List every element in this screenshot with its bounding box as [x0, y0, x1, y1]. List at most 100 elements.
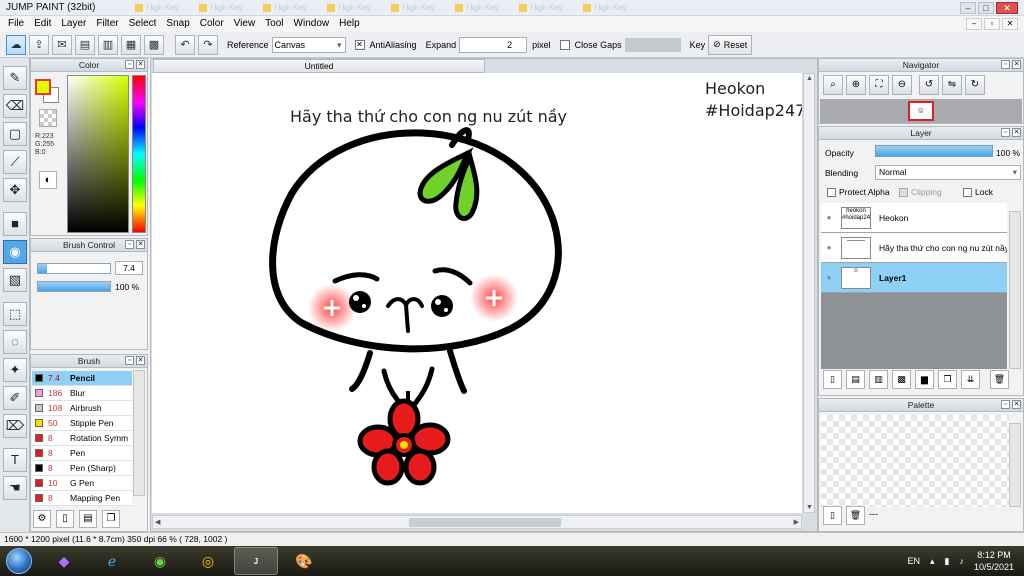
panel-close-icon[interactable]: ✕ [1012, 400, 1021, 409]
layer-item[interactable]: ● ——— Hãy tha thứ cho con ng nu zút nầy [821, 233, 1007, 263]
rectangle-select-tool-icon[interactable]: ▢ [3, 122, 27, 146]
brush-list-scrollbar[interactable] [133, 370, 145, 496]
doc-close-button[interactable]: ✕ [1002, 18, 1018, 30]
brush-item[interactable]: 8 Mapping Pen [32, 491, 132, 506]
color-palette-icon[interactable]: ◐ [39, 171, 57, 189]
chrome-icon[interactable]: ◎ [186, 547, 230, 575]
background-window-tab[interactable]: High Key... [135, 2, 195, 14]
menu-view[interactable]: View [229, 16, 261, 32]
brush-item[interactable]: 8 Pen (Sharp) [32, 461, 132, 476]
move-tool-icon[interactable]: ✥ [3, 178, 27, 202]
brush-item[interactable]: 10 G Pen [32, 476, 132, 491]
menu-filter[interactable]: Filter [91, 16, 123, 32]
background-window-tab[interactable]: High Key... [327, 2, 387, 14]
merge-layer-icon[interactable]: ⇊ [961, 370, 980, 389]
new-palette-icon[interactable]: ▯ [823, 506, 842, 525]
brush-opacity-slider[interactable] [37, 281, 111, 292]
lock-checkbox[interactable] [963, 188, 972, 198]
zoom-out-icon[interactable]: ⊖ [892, 75, 912, 95]
brush-copy-icon[interactable]: ❐ [102, 510, 120, 528]
magic-wand-tool-icon[interactable]: ✦ [3, 358, 27, 382]
eraser-tool-icon[interactable]: ⌫ [3, 94, 27, 118]
speech-bubble-icon[interactable]: ✉ [52, 34, 72, 55]
panel-restore-icon[interactable]: ▫ [125, 356, 134, 365]
clipboard-icon[interactable]: ▦ [121, 34, 141, 55]
navigator-preview[interactable]: ☺ [820, 99, 1022, 123]
brush-item[interactable]: 186 Blur [32, 386, 132, 401]
scroll-right-icon[interactable]: ▶ [794, 518, 799, 526]
network-icon[interactable]: ▮ [945, 556, 950, 567]
delete-layer-icon[interactable]: 🗑 [990, 370, 1009, 389]
rotate-left-icon[interactable]: ↺ [919, 75, 939, 95]
new-halftone-layer-icon[interactable]: ▩ [892, 370, 911, 389]
scroll-left-icon[interactable]: ◀ [155, 518, 160, 526]
blending-select[interactable]: Normal [875, 165, 1021, 180]
foreground-color-swatch[interactable] [35, 79, 51, 95]
palette-scrollbar[interactable] [1009, 423, 1021, 507]
menu-select[interactable]: Select [124, 16, 162, 32]
background-window-tab[interactable]: High Key... [263, 2, 323, 14]
layer-visibility-icon[interactable]: ● [821, 213, 837, 222]
jump-paint-taskbar-icon[interactable]: J [234, 547, 278, 575]
canvas-horizontal-scrollbar[interactable]: ◀ ▶ [152, 515, 802, 529]
scroll-up-icon[interactable]: ▲ [806, 75, 813, 82]
maximize-button[interactable]: □ [978, 1, 994, 14]
clock[interactable]: 8:12 PM 10/5/2021 [974, 549, 1014, 573]
redo-icon[interactable]: ↷ [198, 34, 218, 55]
brush-item[interactable]: 8 Rotation Symm [32, 431, 132, 446]
document-icon[interactable]: ▥ [98, 34, 118, 55]
menu-help[interactable]: Help [334, 16, 365, 32]
brush-item[interactable]: 7.4 Pencil [32, 371, 132, 386]
line-tool-icon[interactable]: ⟋ [3, 150, 27, 174]
layer-item[interactable]: ● heokon #hoidap247 Heokon [821, 203, 1007, 233]
menu-tool[interactable]: Tool [260, 16, 288, 32]
layer-item[interactable]: ● ☺ Layer1 [821, 263, 1007, 293]
new-layer-icon[interactable]: ▯ [823, 370, 842, 389]
rotate-right-icon[interactable]: ↻ [965, 75, 985, 95]
internet-explorer-icon[interactable]: ℯ [90, 547, 134, 575]
menu-file[interactable]: File [3, 16, 29, 32]
start-button[interactable] [0, 546, 38, 576]
brush-tool-icon[interactable]: ✎ [3, 66, 27, 90]
drawing-canvas[interactable]: Hãy tha thứ cho con ng nu zút nầy Heokon… [152, 73, 802, 513]
reference-select[interactable]: Canvas [271, 36, 346, 53]
layers-scrollbar[interactable] [1009, 211, 1021, 369]
hand-tool-icon[interactable]: ☚ [3, 476, 27, 500]
close-gaps-checkbox[interactable] [559, 39, 570, 50]
close-gaps-slider[interactable] [624, 37, 681, 52]
reset-button[interactable]: ⊘ Reset [708, 34, 753, 55]
palette-swatch-area[interactable] [821, 415, 1009, 507]
layer-visibility-icon[interactable]: ● [821, 273, 837, 282]
panel-restore-icon[interactable]: ▫ [125, 60, 134, 69]
background-window-tab[interactable]: High Key... [519, 2, 579, 14]
canvas-vertical-scrollbar[interactable]: ▲ ▼ [803, 73, 815, 513]
panel-restore-icon[interactable]: ▫ [1001, 400, 1010, 409]
text-tool-icon[interactable]: T [3, 448, 27, 472]
background-window-tab[interactable]: High Key... [455, 2, 515, 14]
layer-visibility-icon[interactable]: ● [821, 243, 837, 252]
background-window-tab[interactable]: High Key... [199, 2, 259, 14]
bucket-tool-icon[interactable]: ◉ [3, 240, 27, 264]
scroll-down-icon[interactable]: ▼ [806, 504, 813, 511]
tray-arrow-icon[interactable]: ▴ [930, 556, 935, 567]
volume-icon[interactable]: ♪ [959, 556, 964, 566]
brush-size-slider[interactable] [37, 263, 111, 274]
fill-rect-tool-icon[interactable]: ■ [3, 212, 27, 236]
menu-window[interactable]: Window [289, 16, 335, 32]
marquee-tool-icon[interactable]: ⬚ [3, 302, 27, 326]
protect-alpha-toggle[interactable]: Protect Alpha [827, 187, 890, 198]
panel-restore-icon[interactable]: ▫ [1001, 128, 1010, 137]
brush-item[interactable]: 108 Airbrush [32, 401, 132, 416]
menu-edit[interactable]: Edit [29, 16, 56, 32]
brush-item[interactable]: 50 Stipple Pen [32, 416, 132, 431]
brush-size-value[interactable]: 7.4 [115, 261, 143, 275]
doc-minimize-button[interactable]: – [966, 18, 982, 30]
zoom-icon[interactable]: ⌕ [823, 75, 843, 95]
panel-close-icon[interactable]: ✕ [1012, 128, 1021, 137]
background-window-tab[interactable]: High Key... [391, 2, 451, 14]
protect-alpha-checkbox[interactable] [827, 188, 836, 198]
clipping-checkbox[interactable] [899, 188, 908, 198]
new-brush-icon[interactable]: ▯ [56, 510, 74, 528]
antialiasing-checkbox[interactable]: ✕ [354, 39, 365, 50]
coccoc-browser-icon[interactable]: ◉ [138, 547, 182, 575]
